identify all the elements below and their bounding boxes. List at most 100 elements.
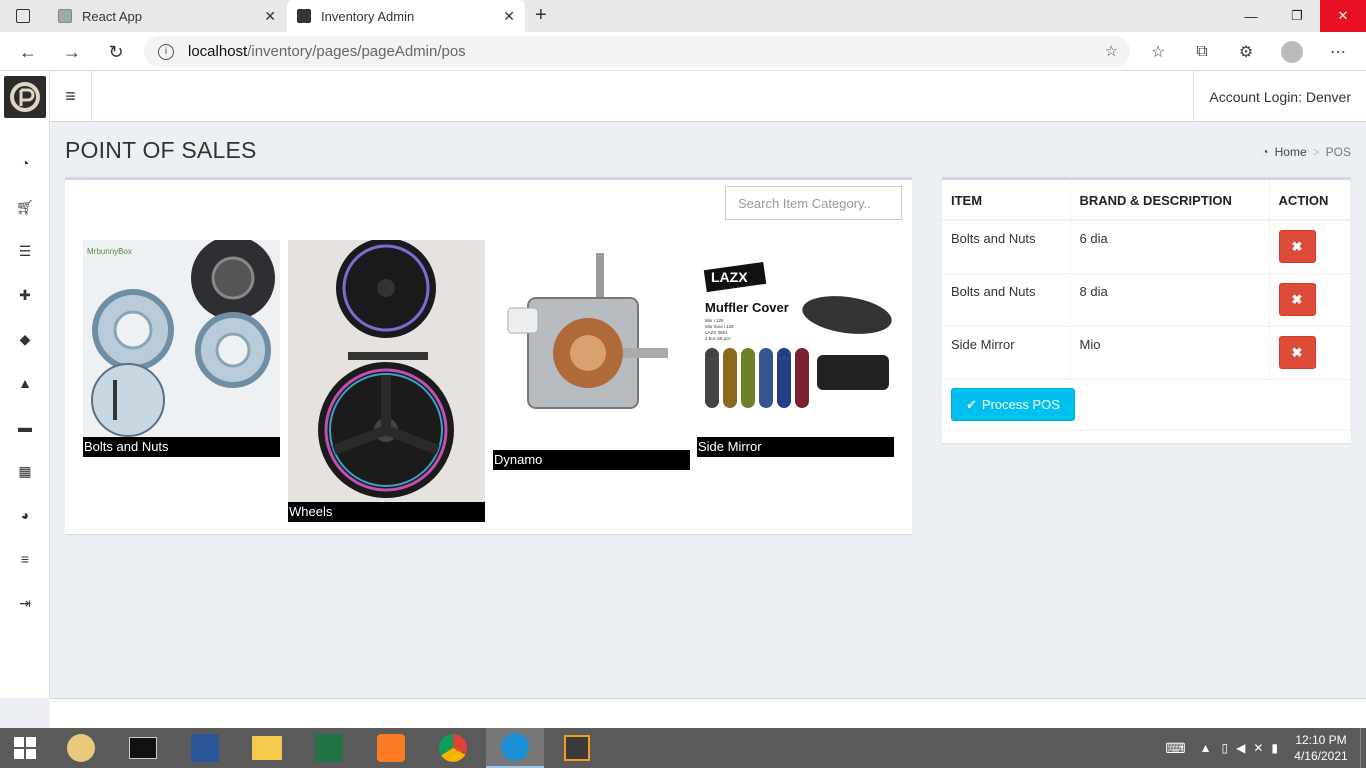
cover-line: Mio Soul i 125: [705, 324, 734, 329]
product-card[interactable]: LAZX Muffler Cover Mio I 125 Mio Soul i …: [697, 240, 894, 457]
times-icon: ✖: [1291, 291, 1303, 307]
cart-item: Side Mirror: [942, 326, 1071, 380]
tag-icon[interactable]: ◆: [0, 325, 50, 353]
add-favorite-icon[interactable]: ☆: [1105, 42, 1118, 60]
product-image: LAZX Muffler Cover Mio I 125 Mio Soul i …: [697, 240, 894, 437]
refresh-icon[interactable]: ↻: [104, 40, 128, 64]
times-icon: ✖: [1291, 344, 1303, 360]
show-desktop-button[interactable]: [1360, 728, 1366, 768]
cart-panel: ITEM BRAND & DESCRIPTION ACTION Bolts an…: [942, 177, 1351, 443]
menu-icon[interactable]: ≡: [0, 545, 50, 573]
back-icon[interactable]: ←: [16, 40, 40, 64]
signal-icon[interactable]: ▮: [1271, 741, 1278, 755]
product-card[interactable]: MrbunnyBox Bolts and Nuts: [83, 240, 280, 457]
cart-item: Bolts and Nuts: [942, 273, 1071, 327]
sublime-icon[interactable]: [548, 728, 606, 768]
tab-actions-icon[interactable]: [16, 9, 30, 23]
profile-avatar[interactable]: [1280, 40, 1304, 64]
clock-date: 4/16/2021: [1294, 749, 1348, 763]
dashboard-icon[interactable]: ◔: [0, 149, 50, 177]
process-cell: ✔ Process POS: [942, 379, 1351, 431]
cart-icon[interactable]: 🛒︎: [0, 193, 50, 221]
sidebar-toggle-icon[interactable]: ≡: [50, 71, 92, 122]
plus-icon[interactable]: ✚: [0, 281, 50, 309]
cart-desc: 6 dia: [1070, 220, 1270, 274]
remove-item-button[interactable]: ✖: [1278, 283, 1316, 316]
url-field[interactable]: i localhost/inventory/pages/pageAdmin/po…: [144, 36, 1130, 67]
list-icon[interactable]: ☰: [0, 237, 50, 265]
paint-icon[interactable]: [52, 728, 110, 768]
react-icon: [58, 9, 72, 23]
network-icon[interactable]: ✕: [1253, 741, 1263, 755]
restore-icon[interactable]: ❐: [1274, 0, 1320, 32]
product-card[interactable]: Dynamo: [493, 253, 690, 470]
app-header: ≡ Account Login: Denver: [0, 71, 1366, 122]
terminal-icon[interactable]: [114, 728, 172, 768]
close-window-icon[interactable]: ✕: [1320, 0, 1366, 32]
app-logo: [4, 76, 46, 118]
sidebar: ◔ 🛒︎ ☰ ✚ ◆ ▲ ▬ ▦ ◕ ≡ ⇥: [0, 122, 50, 698]
new-tab-icon[interactable]: +: [535, 4, 547, 27]
table-row: Bolts and Nuts 8 dia ✖: [942, 273, 1351, 327]
collections-icon[interactable]: ⧉: [1190, 40, 1214, 64]
xampp-icon[interactable]: [362, 728, 420, 768]
calendar-icon[interactable]: ▦: [0, 457, 50, 485]
clock[interactable]: 12:10 PM 4/16/2021: [1286, 732, 1356, 764]
url-host: localhost: [188, 43, 248, 60]
search-input[interactable]: Search Item Category..: [725, 186, 902, 220]
tab-title: Inventory Admin: [321, 8, 415, 24]
cart-item: Bolts and Nuts: [942, 220, 1071, 274]
remove-item-button[interactable]: ✖: [1278, 336, 1316, 369]
cover-line: LAZX 3561: [705, 330, 728, 335]
site-logo-icon: [297, 9, 311, 23]
cart-action: ✖: [1269, 220, 1351, 274]
archive-icon[interactable]: ▬: [0, 413, 50, 441]
file-explorer-icon[interactable]: [238, 728, 296, 768]
cover-title: Muffler Cover: [705, 300, 789, 315]
product-image: [288, 240, 485, 502]
edge-icon[interactable]: [486, 728, 544, 768]
clock-time: 12:10 PM: [1295, 733, 1347, 747]
breadcrumb-current: POS: [1325, 145, 1351, 159]
taskbar: ⌨ ▲ ▯ ◀ ✕ ▮ 12:10 PM 4/16/2021: [0, 728, 1366, 768]
product-card[interactable]: Wheels: [288, 240, 485, 522]
info-icon[interactable]: i: [158, 43, 174, 60]
product-image: [493, 253, 690, 450]
word-icon[interactable]: [176, 728, 234, 768]
process-row: ✔ Process POS: [942, 379, 1351, 431]
windows-start-icon[interactable]: [0, 728, 50, 768]
product-image: MrbunnyBox: [83, 240, 280, 437]
excel-icon[interactable]: [300, 728, 358, 768]
forward-icon[interactable]: →: [60, 40, 84, 64]
cart-desc: 8 dia: [1070, 273, 1270, 327]
table-row: Bolts and Nuts 6 dia ✖: [942, 220, 1351, 274]
logout-icon[interactable]: ⇥: [0, 589, 50, 617]
breadcrumb-home[interactable]: Home: [1275, 145, 1307, 159]
tab-inventory-admin[interactable]: Inventory Admin ✕: [287, 0, 525, 32]
tab-title: React App: [82, 8, 142, 24]
volume-icon[interactable]: ◀: [1236, 741, 1245, 755]
col-action-header: ACTION: [1269, 180, 1351, 221]
account-login[interactable]: Account Login: Denver: [1193, 71, 1366, 122]
close-tab-icon[interactable]: ✕: [264, 8, 276, 25]
warning-icon[interactable]: ▲: [0, 369, 50, 397]
cart-action: ✖: [1269, 273, 1351, 327]
battery-icon[interactable]: ▯: [1221, 741, 1228, 755]
chrome-icon[interactable]: [424, 728, 482, 768]
tab-react-app[interactable]: React App ✕: [48, 0, 286, 32]
more-menu-icon[interactable]: ⋯: [1326, 40, 1350, 64]
favorites-icon[interactable]: ☆: [1146, 40, 1170, 64]
keyboard-icon[interactable]: ⌨: [1165, 740, 1185, 757]
tray-arrow-icon[interactable]: ▲: [1200, 741, 1212, 755]
cover-brand: LAZX: [711, 269, 748, 285]
brand-mark: MrbunnyBox: [87, 247, 132, 256]
close-tab-icon[interactable]: ✕: [503, 8, 515, 25]
remove-item-button[interactable]: ✖: [1278, 230, 1316, 263]
pie-chart-icon[interactable]: ◕: [0, 501, 50, 529]
minimize-icon[interactable]: —: [1228, 0, 1274, 32]
page-title: POINT OF SALES: [65, 137, 257, 163]
process-pos-button[interactable]: ✔ Process POS: [951, 388, 1075, 421]
extensions-icon[interactable]: ⚙: [1234, 40, 1258, 64]
logo-box[interactable]: [0, 71, 50, 122]
address-bar: ← → ↻ i localhost/inventory/pages/pageAd…: [0, 32, 1366, 71]
